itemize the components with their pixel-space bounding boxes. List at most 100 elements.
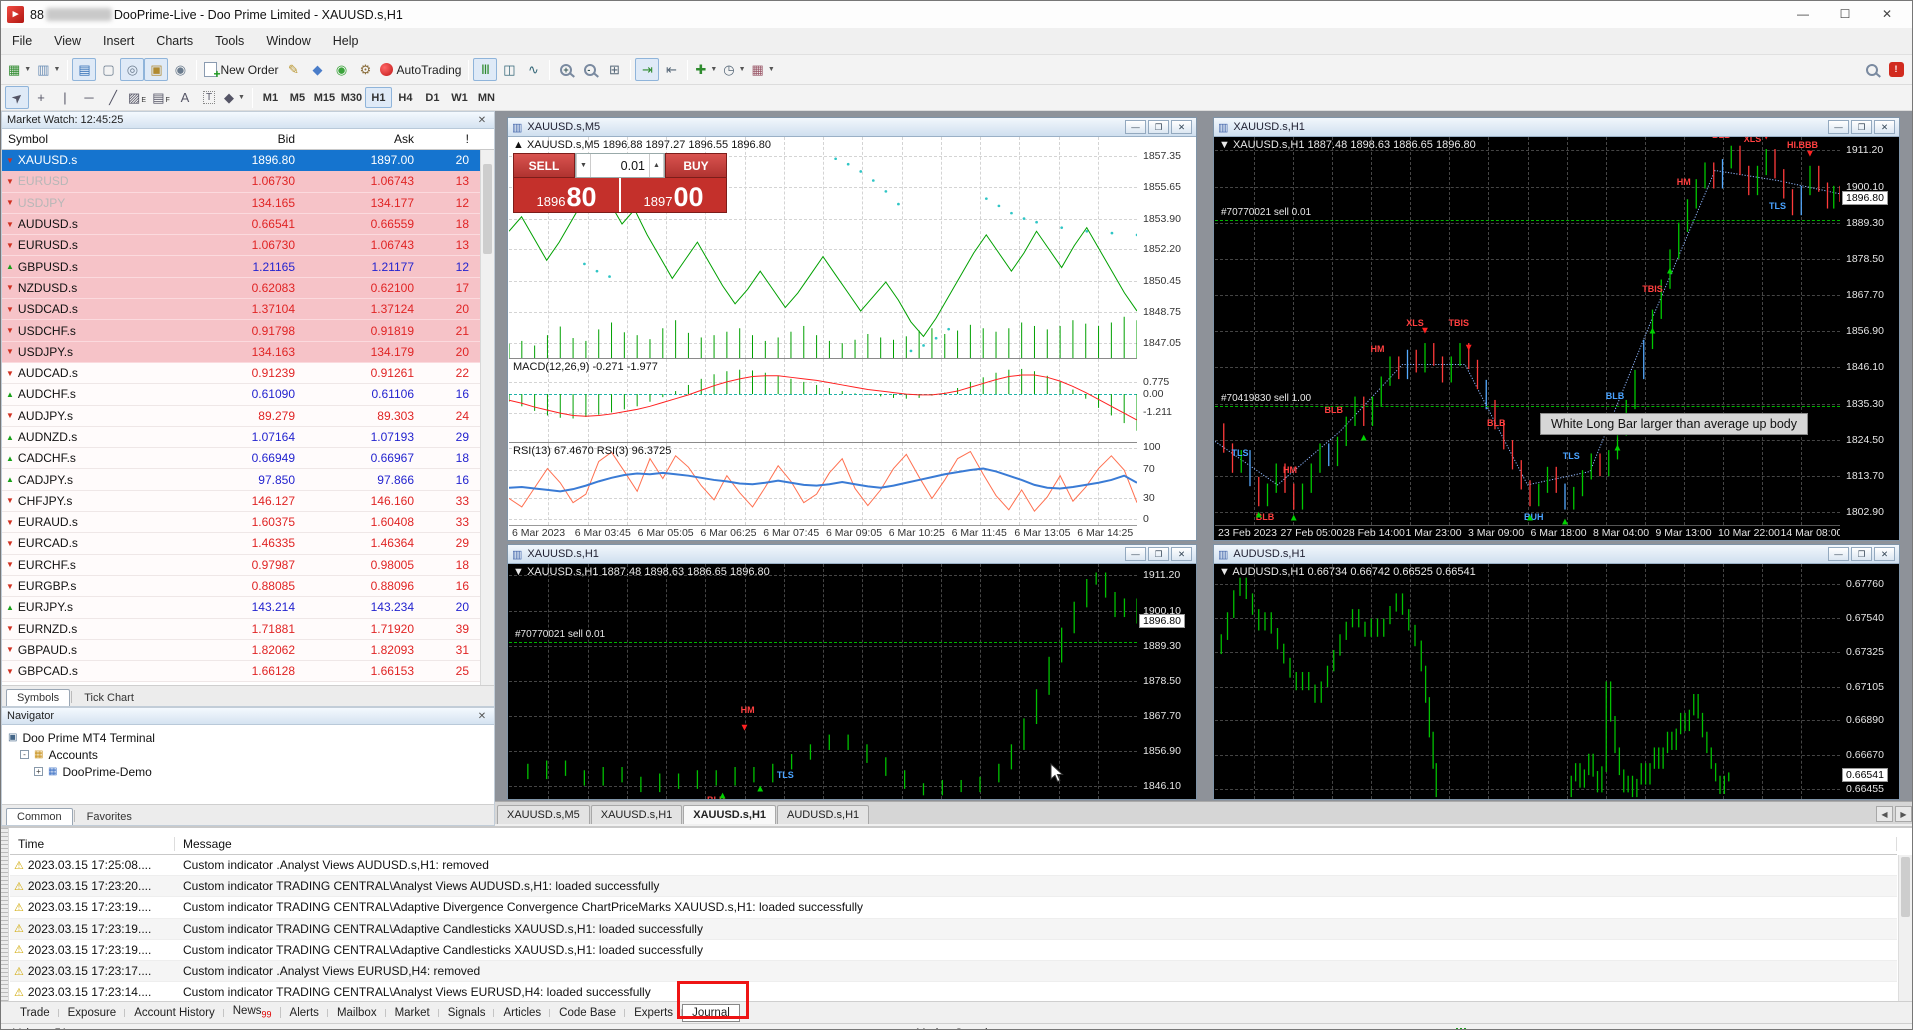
chart-window-xauusd-m5[interactable]: ▥XAUUSD.s,M5—❐✕MACD(12,26,9) -0.271 -1.9… — [507, 117, 1197, 541]
close-button[interactable]: ✕ — [1874, 120, 1895, 134]
new-order-button[interactable]: New Order — [201, 58, 281, 81]
minimize-button[interactable]: — — [1828, 547, 1849, 561]
search-icon[interactable] — [1860, 58, 1884, 81]
table-row-eurusd.s[interactable]: ▼EURUSD.s1.067301.0674313 — [2, 235, 494, 256]
periods-icon[interactable]: ◷▼ — [720, 58, 748, 81]
journal-row[interactable]: ⚠2023.03.15 17:23:17....Custom indicator… — [10, 961, 1897, 982]
scroll-right-icon[interactable]: ▶ — [1895, 806, 1912, 822]
table-row-gbpusd.s[interactable]: ▲GBPUSD.s1.211651.2117712 — [2, 256, 494, 277]
vertical-line-tool-icon[interactable]: | — [53, 86, 77, 109]
timeframe-w1[interactable]: W1 — [446, 87, 473, 108]
table-row-audusd.s[interactable]: ▼AUDUSD.s0.665410.6655918 — [2, 214, 494, 235]
menu-file[interactable]: File — [1, 29, 43, 53]
community-button[interactable]: ! — [1884, 58, 1908, 81]
terminal-tab-signals[interactable]: Signals — [439, 1004, 495, 1022]
price-axis[interactable]: 1911.201900.101889.301878.501867.701856.… — [1138, 564, 1196, 799]
close-button[interactable]: ✕ — [1171, 120, 1192, 134]
terminal-icon[interactable]: ▣ — [144, 58, 168, 81]
navigator-icon[interactable]: ◎ — [120, 58, 144, 81]
text-tool-icon[interactable]: A — [173, 86, 197, 109]
menu-help[interactable]: Help — [322, 29, 370, 53]
data-window-icon[interactable]: ▢ — [96, 58, 120, 81]
timeframe-m15[interactable]: M15 — [311, 87, 338, 108]
bar-chart-icon[interactable]: Ⅲ — [473, 58, 497, 81]
chart-tab-1[interactable]: XAUUSD.s,H1 — [591, 805, 683, 824]
table-row-cadjpy.s[interactable]: ▲CADJPY.s97.85097.86616 — [2, 469, 494, 490]
navigator-item-accounts[interactable]: -▦Accounts — [4, 746, 492, 763]
label-tool-icon[interactable]: T — [197, 86, 221, 109]
chart-pane[interactable]: MACD(12,26,9) -0.271 -1.977 — [509, 358, 1137, 441]
tree-expander-icon[interactable]: + — [34, 767, 43, 776]
tile-windows-icon[interactable]: ⊞ — [602, 58, 626, 81]
table-row-eurjpy.s[interactable]: ▲EURJPY.s143.214143.23420 — [2, 597, 494, 618]
volume-decrease-icon[interactable]: ▼ — [576, 154, 591, 177]
journal-scrollbar[interactable] — [1898, 855, 1912, 1001]
table-row-gbpaud.s[interactable]: ▼GBPAUD.s1.820621.8209331 — [2, 640, 494, 661]
restore-button[interactable]: ❐ — [1851, 547, 1872, 561]
buy-button[interactable]: BUY — [665, 153, 727, 178]
timeframe-m5[interactable]: M5 — [284, 87, 311, 108]
new-chart-icon[interactable]: ▦▼ — [5, 58, 34, 81]
shapes-tool-icon[interactable]: ◆▼ — [221, 86, 248, 109]
volume-increase-icon[interactable]: ▲ — [649, 154, 664, 177]
minimize-button[interactable]: — — [1828, 120, 1849, 134]
terminal-tab-market[interactable]: Market — [386, 1004, 439, 1022]
timeframe-mn[interactable]: MN — [473, 87, 500, 108]
menu-view[interactable]: View — [43, 29, 92, 53]
tab-favorites[interactable]: Favorites — [76, 808, 143, 825]
minimize-button[interactable]: — — [1125, 120, 1146, 134]
table-row-usdcad.s[interactable]: ▼USDCAD.s1.371041.3712420 — [2, 299, 494, 320]
table-row-euraud.s[interactable]: ▼EURAUD.s1.603751.6040833 — [2, 512, 494, 533]
timeframe-h1[interactable]: H1 — [365, 87, 392, 108]
crosshair-tool-icon[interactable]: + — [29, 86, 53, 109]
table-row-eurchf.s[interactable]: ▼EURCHF.s0.979870.9800518 — [2, 555, 494, 576]
ask-price[interactable]: 189700 — [621, 178, 726, 212]
chart-plot[interactable]: #70770021 sell 0.01HMBLBTLS▲▲▼ — [509, 564, 1137, 799]
terminal-tab-articles[interactable]: Articles — [494, 1004, 550, 1022]
options-icon[interactable]: ⚙ — [353, 58, 377, 81]
close-icon[interactable]: ✕ — [475, 711, 489, 722]
chart-tab-3[interactable]: AUDUSD.s,H1 — [777, 805, 869, 824]
terminal-tab-mailbox[interactable]: Mailbox — [328, 1004, 386, 1022]
tab-tick-chart[interactable]: Tick Chart — [73, 689, 145, 706]
tree-expander-icon[interactable]: - — [20, 750, 29, 759]
maximize-button[interactable]: ☐ — [1824, 2, 1866, 27]
journal-row[interactable]: ⚠2023.03.15 17:23:19....Custom indicator… — [10, 940, 1897, 961]
terminal-tab-code-base[interactable]: Code Base — [550, 1004, 625, 1022]
auto-scroll-icon[interactable]: ⇥ — [635, 58, 659, 81]
autotrading-toggle[interactable]: AutoTrading — [377, 58, 464, 81]
chart-window-xauusd-h1-zoom[interactable]: ▥XAUUSD.s,H1—❐✕#70770021 sell 0.01HMBLBT… — [507, 544, 1197, 800]
terminal-tab-account-history[interactable]: Account History — [125, 1004, 224, 1022]
restore-button[interactable]: ❐ — [1851, 120, 1872, 134]
restore-button[interactable]: ❐ — [1148, 547, 1169, 561]
menu-window[interactable]: Window — [255, 29, 321, 53]
journal-row[interactable]: ⚠2023.03.15 17:23:19....Custom indicator… — [10, 897, 1897, 918]
volume-stepper[interactable]: ▼0.01▲ — [575, 153, 665, 178]
table-row-usdjpy.s[interactable]: ▼USDJPY.s134.163134.17920 — [2, 342, 494, 363]
horizontal-line-tool-icon[interactable]: ─ — [77, 86, 101, 109]
candlestick-icon[interactable]: ◫ — [497, 58, 521, 81]
journal-row[interactable]: ⚠2023.03.15 17:23:20....Custom indicator… — [10, 876, 1897, 897]
table-row-nzdusd.s[interactable]: ▼NZDUSD.s0.620830.6210017 — [2, 278, 494, 299]
timeframe-m1[interactable]: M1 — [257, 87, 284, 108]
tab-symbols[interactable]: Symbols — [6, 689, 70, 706]
time-axis[interactable]: 6 Mar 20236 Mar 03:456 Mar 05:056 Mar 06… — [509, 525, 1137, 540]
channel-tool-icon[interactable]: ▨E — [125, 86, 149, 109]
price-axis[interactable]: 0.677600.675400.673250.671050.668900.666… — [1841, 564, 1899, 799]
chart-tab-2[interactable]: XAUUSD.s,H1 — [683, 805, 776, 824]
bid-price[interactable]: 189680 — [514, 178, 619, 212]
minimize-button[interactable]: — — [1125, 547, 1146, 561]
table-row-eurusd[interactable]: ▼EURUSD1.067301.0674313 — [2, 171, 494, 192]
menu-charts[interactable]: Charts — [145, 29, 204, 53]
signals-icon[interactable]: ◉ — [329, 58, 353, 81]
journal-row[interactable]: ⚠2023.03.15 17:25:08....Custom indicator… — [10, 855, 1897, 876]
terminal-tab-alerts[interactable]: Alerts — [281, 1004, 328, 1022]
timeframe-h4[interactable]: H4 — [392, 87, 419, 108]
table-row-audchf.s[interactable]: ▲AUDCHF.s0.610900.6110616 — [2, 384, 494, 405]
chart-tab-0[interactable]: XAUUSD.s,M5 — [497, 805, 590, 824]
chart-window-xauusd-h1-main[interactable]: ▥XAUUSD.s,H1—❐✕#70770021 sell 0.01#70419… — [1213, 117, 1900, 541]
table-row-eurnzd.s[interactable]: ▼EURNZD.s1.718811.7192039 — [2, 619, 494, 640]
terminal-tab-trade[interactable]: Trade — [11, 1004, 59, 1022]
trendline-tool-icon[interactable]: ╱ — [101, 86, 125, 109]
close-button[interactable]: ✕ — [1171, 547, 1192, 561]
